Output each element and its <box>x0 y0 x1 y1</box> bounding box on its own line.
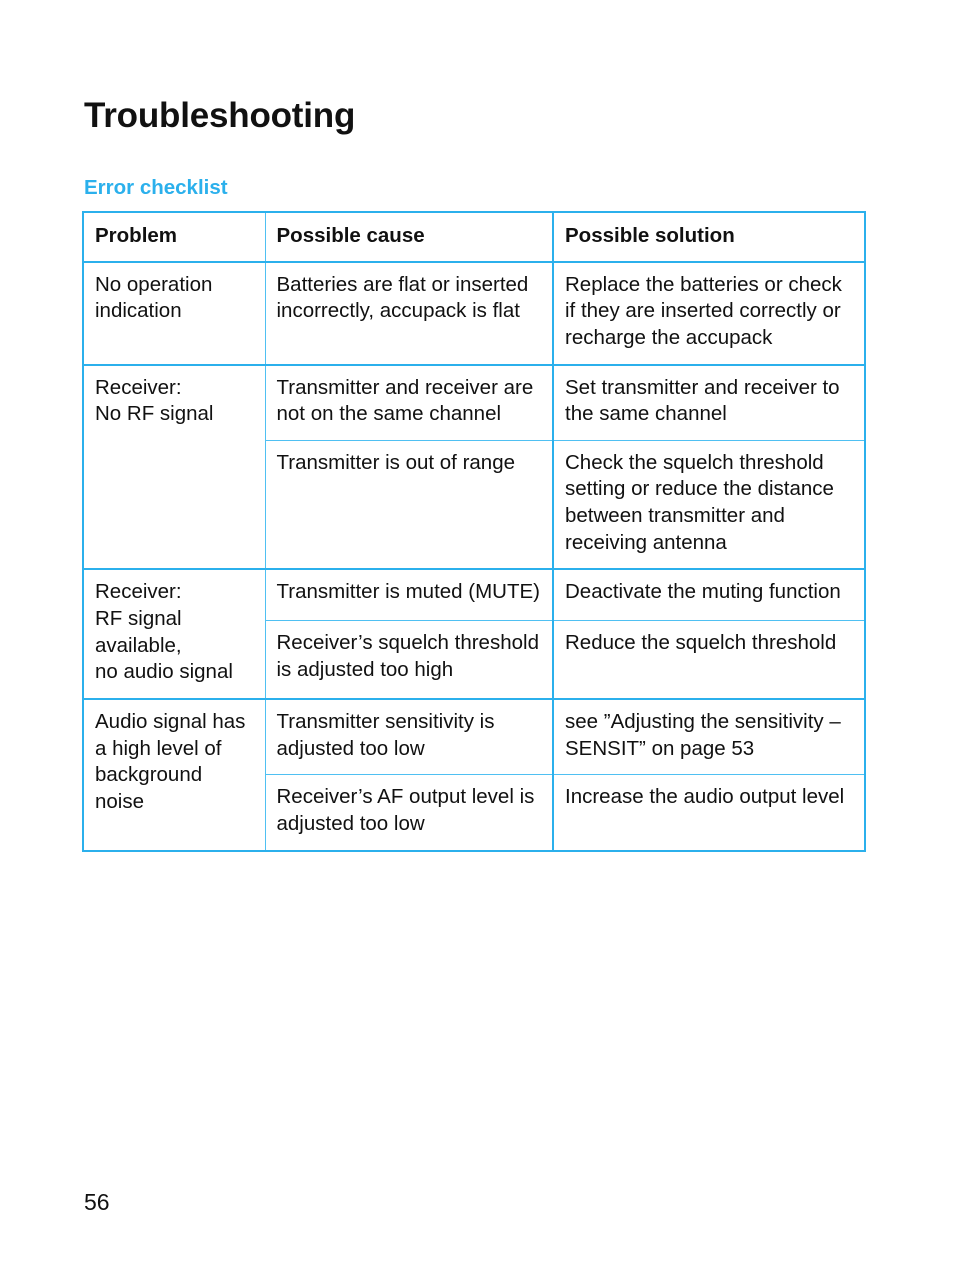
column-header-possible-solution: Possible solution <box>552 212 865 263</box>
cell-problem: Receiver: No RF signal <box>83 363 265 570</box>
cell-possible-solution: Increase the audio output level <box>552 774 865 851</box>
cell-possible-cause: Transmitter is muted (MUTE) <box>264 568 553 621</box>
document-page: Troubleshooting Error checklist Problem … <box>0 0 954 1282</box>
cell-possible-cause: Transmitter and receiver are not on the … <box>264 363 553 441</box>
cell-possible-cause: Receiver’s squelch threshold is adjusted… <box>264 619 553 699</box>
error-checklist-table: Problem Possible cause Possible solution… <box>82 211 866 852</box>
table-row: No operation indication Batteries are fla… <box>83 260 865 365</box>
cell-possible-solution: see ”Adjusting the sensitivity – SENSIT”… <box>552 697 865 775</box>
cell-possible-cause: Transmitter is out of range <box>264 439 553 570</box>
cell-problem: Audio signal has a high level of backgro… <box>83 697 265 851</box>
table-row: Audio signal has a high level of backgro… <box>83 697 865 851</box>
page-number: 56 <box>84 1189 110 1215</box>
section-heading-error-checklist: Error checklist <box>84 176 228 199</box>
column-header-possible-cause: Possible cause <box>264 212 553 263</box>
page-title: Troubleshooting <box>84 96 356 136</box>
cell-possible-cause: Receiver’s AF output level is adjusted t… <box>264 774 553 851</box>
table-row: Receiver: RF signal available, no audio si… <box>83 568 865 699</box>
table-row: Receiver: No RF signal Transmitter and rec… <box>83 363 865 570</box>
cell-possible-cause: Batteries are flat or inserted incorrect… <box>264 260 553 365</box>
table-header: Problem Possible cause Possible solution <box>83 212 865 263</box>
cell-possible-solution: Set transmitter and receiver to the same… <box>552 363 865 441</box>
cell-possible-solution: Reduce the squelch threshold <box>552 619 865 699</box>
cell-problem: No operation indication <box>83 260 265 365</box>
cell-possible-solution: Deactivate the muting function <box>552 568 865 621</box>
column-header-problem: Problem <box>83 212 265 263</box>
cell-possible-solution: Replace the batteries or check if they a… <box>552 260 865 365</box>
error-checklist-table-wrapper: Problem Possible cause Possible solution… <box>82 211 866 852</box>
table-header-row: Problem Possible cause Possible solution <box>83 212 865 263</box>
cell-possible-solution: Check the squelch threshold setting or r… <box>552 439 865 570</box>
table-body: No operation indication Batteries are fla… <box>83 260 865 851</box>
cell-problem: Receiver: RF signal available, no audio si… <box>83 568 265 699</box>
cell-possible-cause: Transmitter sensitivity is adjusted too … <box>264 697 553 775</box>
